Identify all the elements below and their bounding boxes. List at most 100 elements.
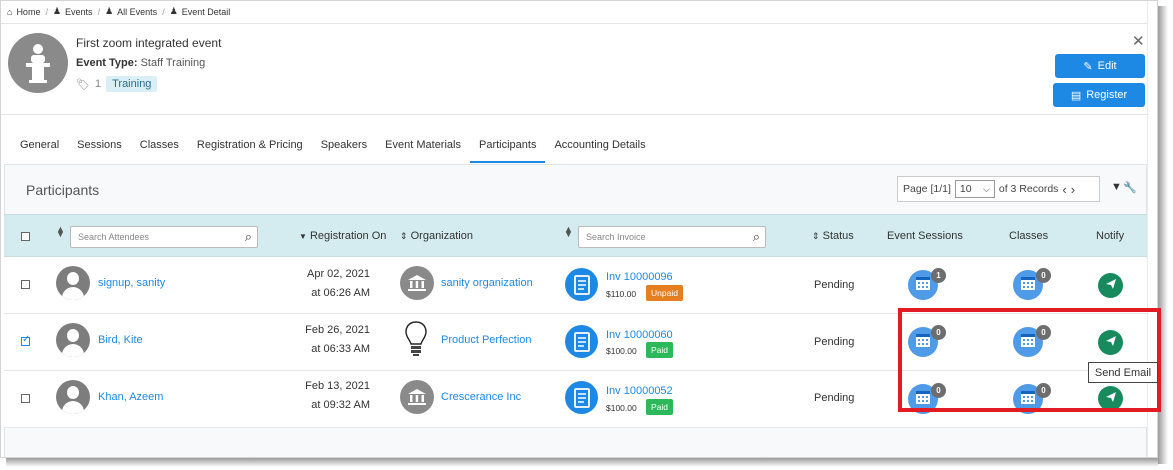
window-shadow xyxy=(6,458,1158,467)
row-checkbox[interactable] xyxy=(21,280,30,289)
panel-title: Participants xyxy=(26,182,100,198)
tab-sessions[interactable]: Sessions xyxy=(68,129,131,163)
person-icon: ♟ xyxy=(169,6,178,16)
column-organization[interactable]: ⇕ Organization xyxy=(400,230,473,242)
organization-name[interactable]: sanity organization xyxy=(441,277,533,289)
register-button[interactable]: ▤ Register xyxy=(1053,83,1145,107)
invoice-icon xyxy=(565,268,598,301)
event-header: First zoom integrated event Event Type: … xyxy=(1,23,1147,115)
participant-name[interactable]: signup, sanity xyxy=(98,277,165,289)
table-header: ▲ ▼ Search Attendees ⌕ ▼ Registration On … xyxy=(4,214,1147,257)
column-status[interactable]: ⇕ Status xyxy=(812,230,854,242)
column-event-sessions: Event Sessions xyxy=(887,230,963,242)
invoice-number[interactable]: Inv 10000060 xyxy=(606,329,673,341)
sort-icon[interactable]: ▲ ▼ xyxy=(564,225,573,239)
registration-date-time: at 06:26 AM xyxy=(311,287,370,299)
tab-registration-pricing[interactable]: Registration & Pricing xyxy=(188,129,312,163)
next-page-icon[interactable]: › xyxy=(1071,182,1075,197)
bank-icon xyxy=(400,266,434,300)
breadcrumb-events[interactable]: ♟ Events xyxy=(53,6,93,17)
classes-count-badge: 0 xyxy=(1036,268,1051,283)
column-status-label: Status xyxy=(822,230,854,242)
chevron-down-icon: ⌵ xyxy=(983,183,990,194)
event-title: First zoom integrated event xyxy=(76,36,222,50)
podium-icon xyxy=(8,33,68,93)
registration-date-day: Apr 02, 2021 xyxy=(307,268,370,280)
page-size-select[interactable]: 10 ⌵ xyxy=(954,180,995,198)
search-invoice-input[interactable]: Search Invoice ⌕ xyxy=(578,226,766,248)
breadcrumb-events-label[interactable]: Events xyxy=(65,7,93,17)
tab-participants[interactable]: Participants xyxy=(469,129,546,163)
register-button-label: Register xyxy=(1086,89,1128,101)
invoice-number[interactable]: Inv 10000096 xyxy=(606,271,673,283)
breadcrumb-separator: / xyxy=(97,6,101,17)
breadcrumb-separator: / xyxy=(45,6,48,17)
breadcrumb-separator: / xyxy=(162,6,165,17)
column-registration-on-label: Registration On xyxy=(309,230,387,242)
filter-icon[interactable]: ▼ xyxy=(1111,181,1122,193)
search-attendees-input[interactable]: Search Attendees ⌕ xyxy=(70,226,258,248)
tab-speakers[interactable]: Speakers xyxy=(312,129,376,163)
tab-accounting-details[interactable]: Accounting Details xyxy=(545,129,654,163)
wrench-icon[interactable]: 🔧 xyxy=(1123,181,1137,194)
column-classes: Classes xyxy=(1009,230,1049,242)
tab-general[interactable]: General xyxy=(11,129,68,163)
column-registration-on[interactable]: ▼ Registration On xyxy=(299,230,386,242)
prev-page-icon[interactable]: ‹ xyxy=(1062,182,1066,197)
avatar xyxy=(56,380,90,414)
search-icon[interactable]: ⌕ xyxy=(245,229,252,245)
invoice-number[interactable]: Inv 10000052 xyxy=(606,385,673,397)
column-organization-label: Organization xyxy=(410,230,473,242)
sort-desc-icon: ▼ xyxy=(299,232,307,241)
search-invoice-placeholder: Search Invoice xyxy=(586,232,646,242)
event-tags: 🏷 1 Training xyxy=(76,76,158,92)
tab-event-materials[interactable]: Event Materials xyxy=(376,129,470,163)
organization-name[interactable]: Product Perfection xyxy=(441,334,532,346)
tag-pill[interactable]: Training xyxy=(106,76,158,92)
breadcrumb-event-detail: ♟ Event Detail xyxy=(170,6,231,17)
breadcrumb-all-events-label[interactable]: All Events xyxy=(117,7,157,17)
records-count: of 3 Records xyxy=(998,183,1059,195)
row-checkbox[interactable] xyxy=(21,334,30,346)
registration-date: Feb 26, 2021 at 06:33 AM xyxy=(290,321,370,359)
tab-classes[interactable]: Classes xyxy=(131,129,188,163)
participant-name[interactable]: Khan, Azeem xyxy=(98,391,163,403)
register-icon: ▤ xyxy=(1070,89,1082,102)
event-type-label: Event Type: xyxy=(76,57,138,69)
sessions-count-badge: 1 xyxy=(931,268,946,283)
search-icon[interactable]: ⌕ xyxy=(753,229,760,245)
page-indicator: Page [1/1] xyxy=(903,183,951,195)
send-email-tooltip: Send Email xyxy=(1088,362,1158,383)
lightbulb-icon xyxy=(404,320,428,363)
breadcrumb: ⌂ Home / ♟ Events / ♟ All Events / ♟ Eve… xyxy=(7,6,230,17)
tag-icon: 🏷 xyxy=(76,78,90,91)
invoice-amount: $110.00 xyxy=(606,289,637,299)
sort-icon: ⇕ xyxy=(812,231,820,241)
breadcrumb-home-label[interactable]: Home xyxy=(16,7,40,17)
participant-name[interactable]: Bird, Kite xyxy=(98,334,143,346)
registration-date: Apr 02, 2021 at 06:26 AM xyxy=(290,265,370,303)
breadcrumb-all-events[interactable]: ♟ All Events xyxy=(105,6,157,17)
sort-icon[interactable]: ▲ ▼ xyxy=(56,225,65,239)
bank-icon xyxy=(400,380,434,414)
registration-status: Pending xyxy=(814,336,855,348)
registration-date-day: Feb 13, 2021 xyxy=(305,380,370,392)
edit-button[interactable]: ✎ Edit xyxy=(1055,54,1145,78)
edit-button-label: Edit xyxy=(1097,60,1117,72)
registration-status: Pending xyxy=(814,279,855,291)
highlight-box xyxy=(898,308,1161,412)
event-type: Event Type: Staff Training xyxy=(76,57,205,69)
avatar xyxy=(56,266,90,300)
home-icon: ⌂ xyxy=(7,6,13,17)
row-checkbox[interactable] xyxy=(21,394,30,403)
invoice-amount: $100.00 xyxy=(606,346,637,356)
breadcrumb-home[interactable]: ⌂ Home xyxy=(7,7,40,17)
close-icon[interactable]: ✕ xyxy=(1132,32,1145,50)
table-row: signup, sanity Apr 02, 2021 at 06:26 AM … xyxy=(4,257,1147,314)
organization-name[interactable]: Crescerance Inc xyxy=(441,391,521,403)
send-email-button[interactable] xyxy=(1098,273,1123,298)
select-all-checkbox[interactable] xyxy=(21,232,30,241)
payment-status-badge: Unpaid xyxy=(646,285,683,301)
search-attendees-placeholder: Search Attendees xyxy=(78,232,150,242)
sort-icon: ⇕ xyxy=(400,231,408,241)
